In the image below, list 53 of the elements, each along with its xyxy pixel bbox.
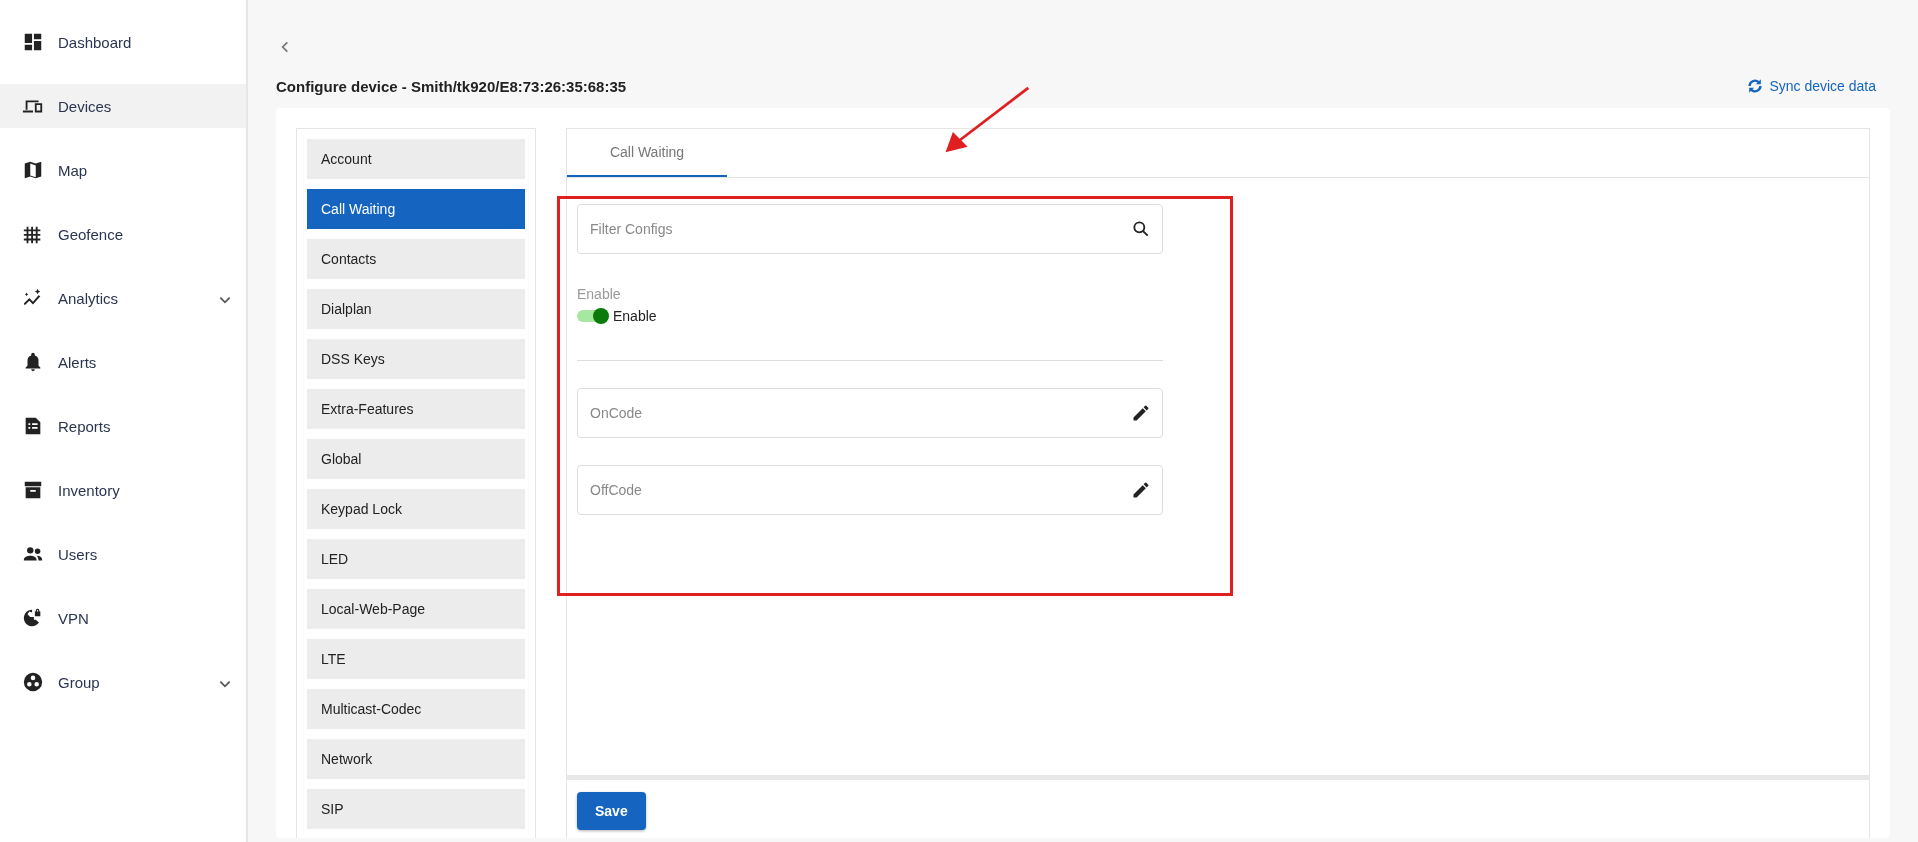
sidebar-label: Alerts bbox=[58, 353, 97, 371]
config-menu-item[interactable]: Local-Web-Page bbox=[307, 589, 525, 629]
page-title: Configure device - Smith/tk920/E8:73:26:35:68:35 bbox=[276, 77, 627, 95]
config-menu-item[interactable]: Account bbox=[307, 139, 525, 179]
sidebar-item[interactable]: Dashboard bbox=[0, 20, 246, 64]
tab[interactable]: Call Waiting bbox=[567, 129, 727, 177]
sidebar-item[interactable]: VPN bbox=[0, 596, 246, 640]
toggle-label: Enable bbox=[613, 308, 657, 324]
config-menu-item[interactable]: Global bbox=[307, 439, 525, 479]
sidebar-item[interactable]: Inventory bbox=[0, 468, 246, 512]
sync-link[interactable]: Sync device data bbox=[1745, 76, 1876, 96]
filter-field[interactable]: Filter Configs bbox=[577, 204, 1163, 254]
sidebar-label: Analytics bbox=[58, 289, 119, 307]
sidebar-item[interactable]: Devices bbox=[0, 84, 246, 128]
config-menu-item[interactable]: SIP bbox=[307, 789, 525, 829]
config-menu-item[interactable]: Keypad Lock bbox=[307, 489, 525, 529]
map-icon bbox=[22, 159, 44, 181]
sidebar-label: Geofence bbox=[58, 225, 124, 243]
config-menu-item[interactable]: Call Waiting bbox=[307, 189, 525, 229]
group-icon bbox=[22, 671, 44, 693]
config-menu-item[interactable]: Dialplan bbox=[307, 289, 525, 329]
config-menu-item[interactable]: Network bbox=[307, 739, 525, 779]
edit-icon bbox=[1131, 480, 1151, 500]
save-button[interactable]: Save bbox=[577, 792, 646, 830]
config-menu-item[interactable]: Contacts bbox=[307, 239, 525, 279]
sidebar-label: Users bbox=[58, 545, 98, 563]
config-menu-item[interactable]: DSS Keys bbox=[307, 339, 525, 379]
sidebar-item[interactable]: Users bbox=[0, 532, 246, 576]
code-field[interactable]: OffCode bbox=[577, 465, 1163, 515]
sidebar-item[interactable]: Map bbox=[0, 148, 246, 192]
code-field[interactable]: OnCode bbox=[577, 388, 1163, 438]
sidebar-item[interactable]: Alerts bbox=[0, 340, 246, 384]
sidebar-label: Dashboard bbox=[58, 33, 132, 51]
sidebar-label: Devices bbox=[58, 97, 112, 115]
sidebar-label: Group bbox=[58, 673, 100, 691]
search-icon bbox=[1131, 219, 1151, 239]
enable-label: Enable bbox=[577, 286, 622, 302]
dashboard-icon bbox=[22, 31, 44, 53]
sidebar-label: Inventory bbox=[58, 481, 120, 499]
sidebar-item[interactable]: Geofence bbox=[0, 212, 246, 256]
config-menu-item[interactable]: LED bbox=[307, 539, 525, 579]
inventory-icon bbox=[22, 479, 44, 501]
config-menu-item[interactable]: Multicast-Codec bbox=[307, 689, 525, 729]
config-menu-item[interactable]: LTE bbox=[307, 639, 525, 679]
sidebar-label: VPN bbox=[58, 609, 89, 627]
enable-toggle[interactable] bbox=[577, 310, 607, 322]
sidebar-item[interactable]: Group bbox=[0, 660, 246, 704]
sidebar-item[interactable]: Reports bbox=[0, 404, 246, 448]
edit-icon bbox=[1131, 403, 1151, 423]
config-menu-item[interactable]: Extra-Features bbox=[307, 389, 525, 429]
sidebar-item[interactable]: Analytics bbox=[0, 276, 246, 320]
sidebar-label: Reports bbox=[58, 417, 111, 435]
sidebar-label: Map bbox=[58, 161, 88, 179]
